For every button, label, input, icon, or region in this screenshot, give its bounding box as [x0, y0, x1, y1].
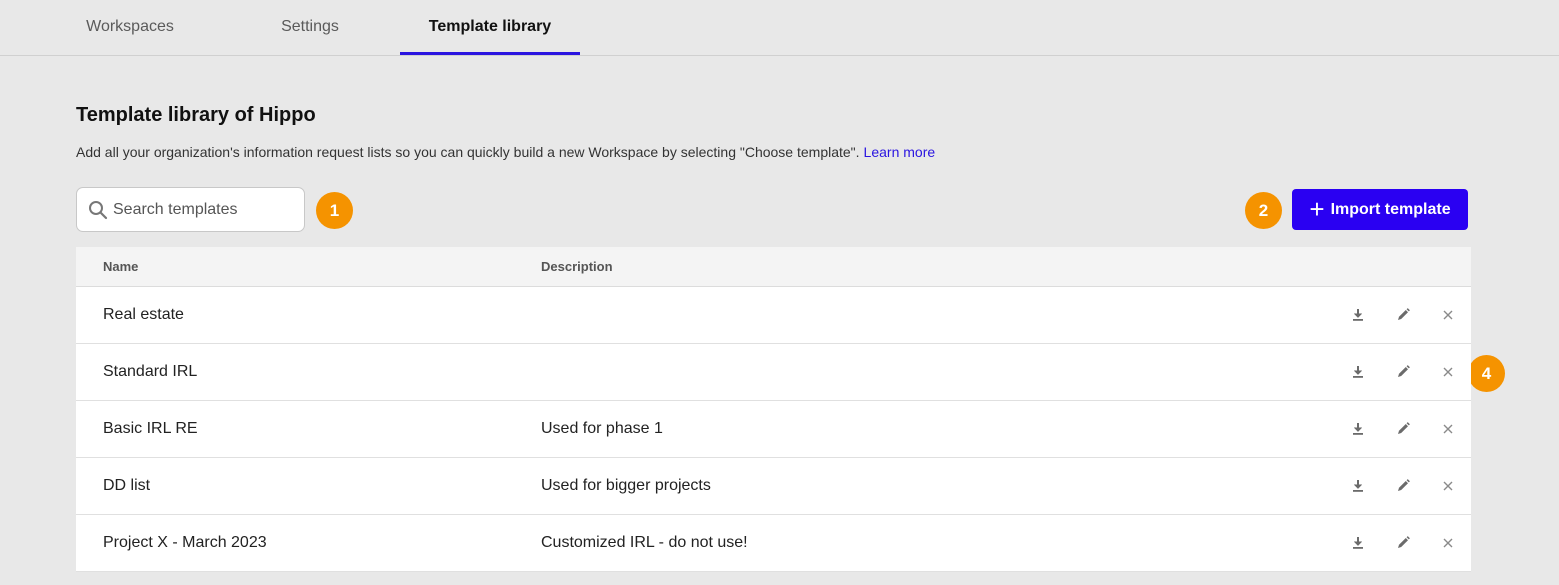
search-input[interactable] — [113, 198, 293, 222]
download-icon[interactable] — [1348, 362, 1368, 382]
template-description: Used for bigger projects — [541, 477, 711, 494]
edit-pencil-icon[interactable] — [1393, 533, 1413, 553]
import-template-label: Import template — [1330, 200, 1451, 218]
callout-badge-1: 1 — [316, 192, 353, 229]
table-header: Name Description — [76, 247, 1471, 287]
download-icon[interactable] — [1348, 419, 1368, 439]
delete-x-icon[interactable] — [1438, 476, 1458, 496]
table-row[interactable]: DD list Used for bigger projects — [76, 458, 1471, 515]
subtitle-text: Add all your organization's information … — [76, 144, 860, 160]
edit-pencil-icon[interactable] — [1393, 476, 1413, 496]
templates-table: Name Description Real estate Standard IRL… — [76, 247, 1471, 572]
learn-more-link[interactable]: Learn more — [864, 144, 936, 160]
tab-workspaces[interactable]: Workspaces — [60, 0, 200, 56]
delete-x-icon[interactable] — [1438, 419, 1458, 439]
page-subtitle: Add all your organization's information … — [76, 144, 935, 160]
import-template-button[interactable]: + Import template — [1292, 189, 1468, 230]
template-name: Standard IRL — [103, 363, 198, 380]
search-field[interactable] — [76, 187, 305, 232]
tab-settings[interactable]: Settings — [240, 0, 380, 56]
callout-badge-4: 4 — [1468, 355, 1505, 392]
table-row[interactable]: Standard IRL — [76, 344, 1471, 401]
delete-x-icon[interactable] — [1438, 533, 1458, 553]
template-name: DD list — [103, 477, 151, 494]
plus-icon: + — [1309, 193, 1325, 224]
delete-x-icon[interactable] — [1438, 305, 1458, 325]
table-row[interactable]: Project X - March 2023 Customized IRL - d… — [76, 515, 1471, 572]
page-title: Template library of Hippo — [76, 104, 316, 126]
delete-x-icon[interactable] — [1438, 362, 1458, 382]
template-description: Customized IRL - do not use! — [541, 534, 748, 551]
search-icon — [88, 200, 108, 220]
table-row[interactable]: Real estate — [76, 287, 1471, 344]
tab-bar: Workspaces Settings Template library — [0, 0, 1559, 56]
template-name: Basic IRL RE — [103, 420, 198, 437]
template-name: Real estate — [103, 306, 184, 323]
callout-badge-2: 2 — [1245, 192, 1282, 229]
download-icon[interactable] — [1348, 476, 1368, 496]
table-row[interactable]: Basic IRL RE Used for phase 1 — [76, 401, 1471, 458]
edit-pencil-icon[interactable] — [1393, 305, 1413, 325]
column-header-description[interactable]: Description — [541, 259, 613, 274]
download-icon[interactable] — [1348, 305, 1368, 325]
tab-template-library[interactable]: Template library — [400, 0, 580, 56]
template-description: Used for phase 1 — [541, 420, 663, 437]
edit-pencil-icon[interactable] — [1393, 362, 1413, 382]
column-header-name[interactable]: Name — [103, 259, 138, 274]
download-icon[interactable] — [1348, 533, 1368, 553]
template-name: Project X - March 2023 — [103, 534, 267, 551]
edit-pencil-icon[interactable] — [1393, 419, 1413, 439]
